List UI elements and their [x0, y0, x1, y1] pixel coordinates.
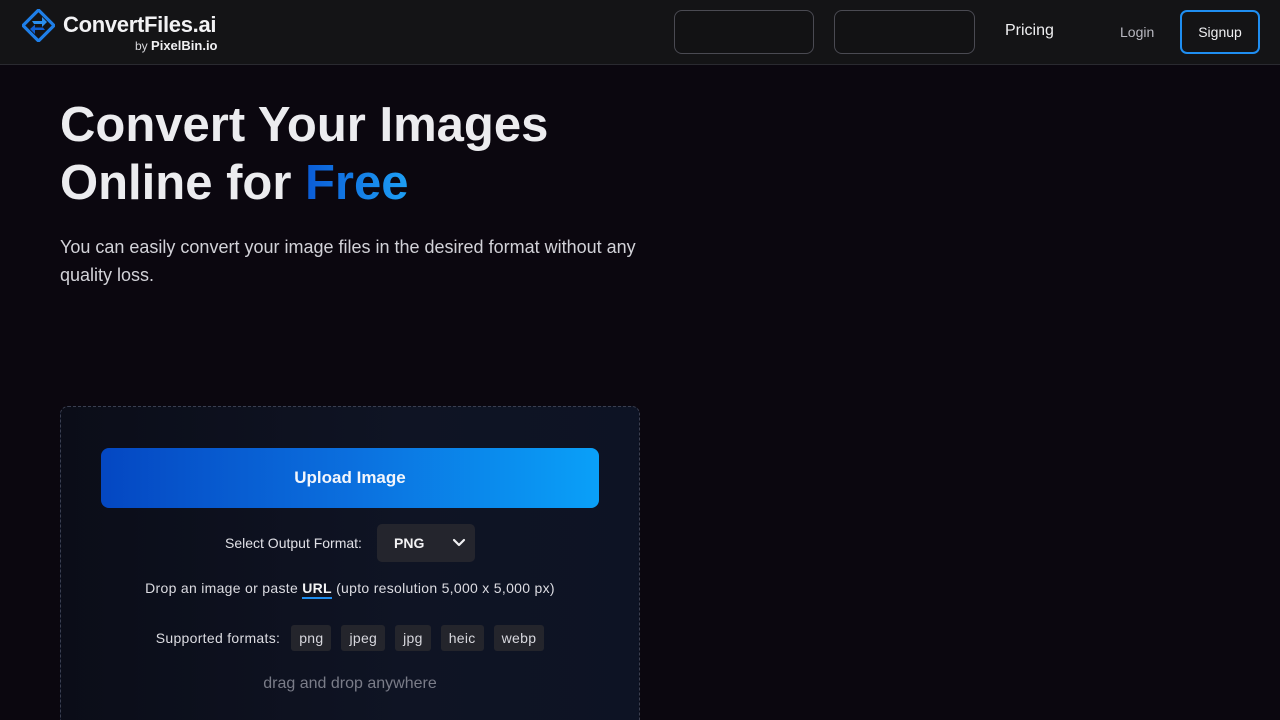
- hero-title-line2-prefix: Online for: [60, 156, 305, 210]
- paste-url-link[interactable]: URL: [302, 580, 332, 599]
- hero-title-line1: Convert Your Images: [60, 98, 549, 152]
- upload-dropzone[interactable]: Upload Image Select Output Format: PNG D…: [60, 406, 640, 720]
- brand-byline: by PixelBin.io: [135, 38, 218, 53]
- brand-byline-prefix: by: [135, 39, 148, 53]
- hero-description: You can easily convert your image files …: [60, 237, 636, 285]
- output-format-select[interactable]: PNG: [377, 524, 475, 562]
- hero-title: Convert Your Images Online for Free: [60, 96, 548, 212]
- drop-suffix: (upto resolution 5,000 x 5,000 px): [331, 580, 555, 596]
- nav-placeholder-2[interactable]: [834, 10, 975, 54]
- signup-button[interactable]: Signup: [1180, 10, 1260, 54]
- upload-image-button[interactable]: Upload Image: [101, 448, 599, 508]
- format-chip-heic: heic: [440, 625, 484, 651]
- nav-login-link[interactable]: Login: [1120, 24, 1154, 40]
- brand-name-main: ConvertFiles: [63, 12, 193, 37]
- nav-pricing-link[interactable]: Pricing: [1005, 22, 1054, 40]
- brand-name: ConvertFiles.ai: [63, 12, 217, 38]
- supported-formats: Supported formats: png jpeg jpg heic web…: [61, 625, 639, 651]
- nav-placeholder-1[interactable]: [674, 10, 814, 54]
- drag-drop-hint: drag and drop anywhere: [263, 675, 437, 692]
- supported-formats-label: Supported formats:: [155, 630, 281, 646]
- output-format-label: Select Output Format:: [225, 535, 362, 551]
- brand-logo[interactable]: ConvertFiles.ai by PixelBin.io: [22, 8, 232, 56]
- convertfiles-logo-icon: [22, 9, 55, 42]
- format-chip-webp: webp: [493, 625, 545, 651]
- output-format-value: PNG: [394, 535, 425, 551]
- brand-byline-name: PixelBin.io: [151, 38, 218, 53]
- hero-title-accent: Free: [305, 156, 409, 210]
- format-chip-png: png: [291, 625, 332, 651]
- format-chip-jpg: jpg: [395, 625, 431, 651]
- drop-instructions: Drop an image or paste URL (upto resolut…: [61, 580, 639, 599]
- top-header: ConvertFiles.ai by PixelBin.io Pricing L…: [0, 0, 1280, 65]
- format-chip-jpeg: jpeg: [341, 625, 386, 651]
- brand-name-suffix: .ai: [192, 12, 217, 37]
- chevron-down-icon: [452, 538, 466, 547]
- drop-prefix: Drop an image or paste: [145, 580, 303, 596]
